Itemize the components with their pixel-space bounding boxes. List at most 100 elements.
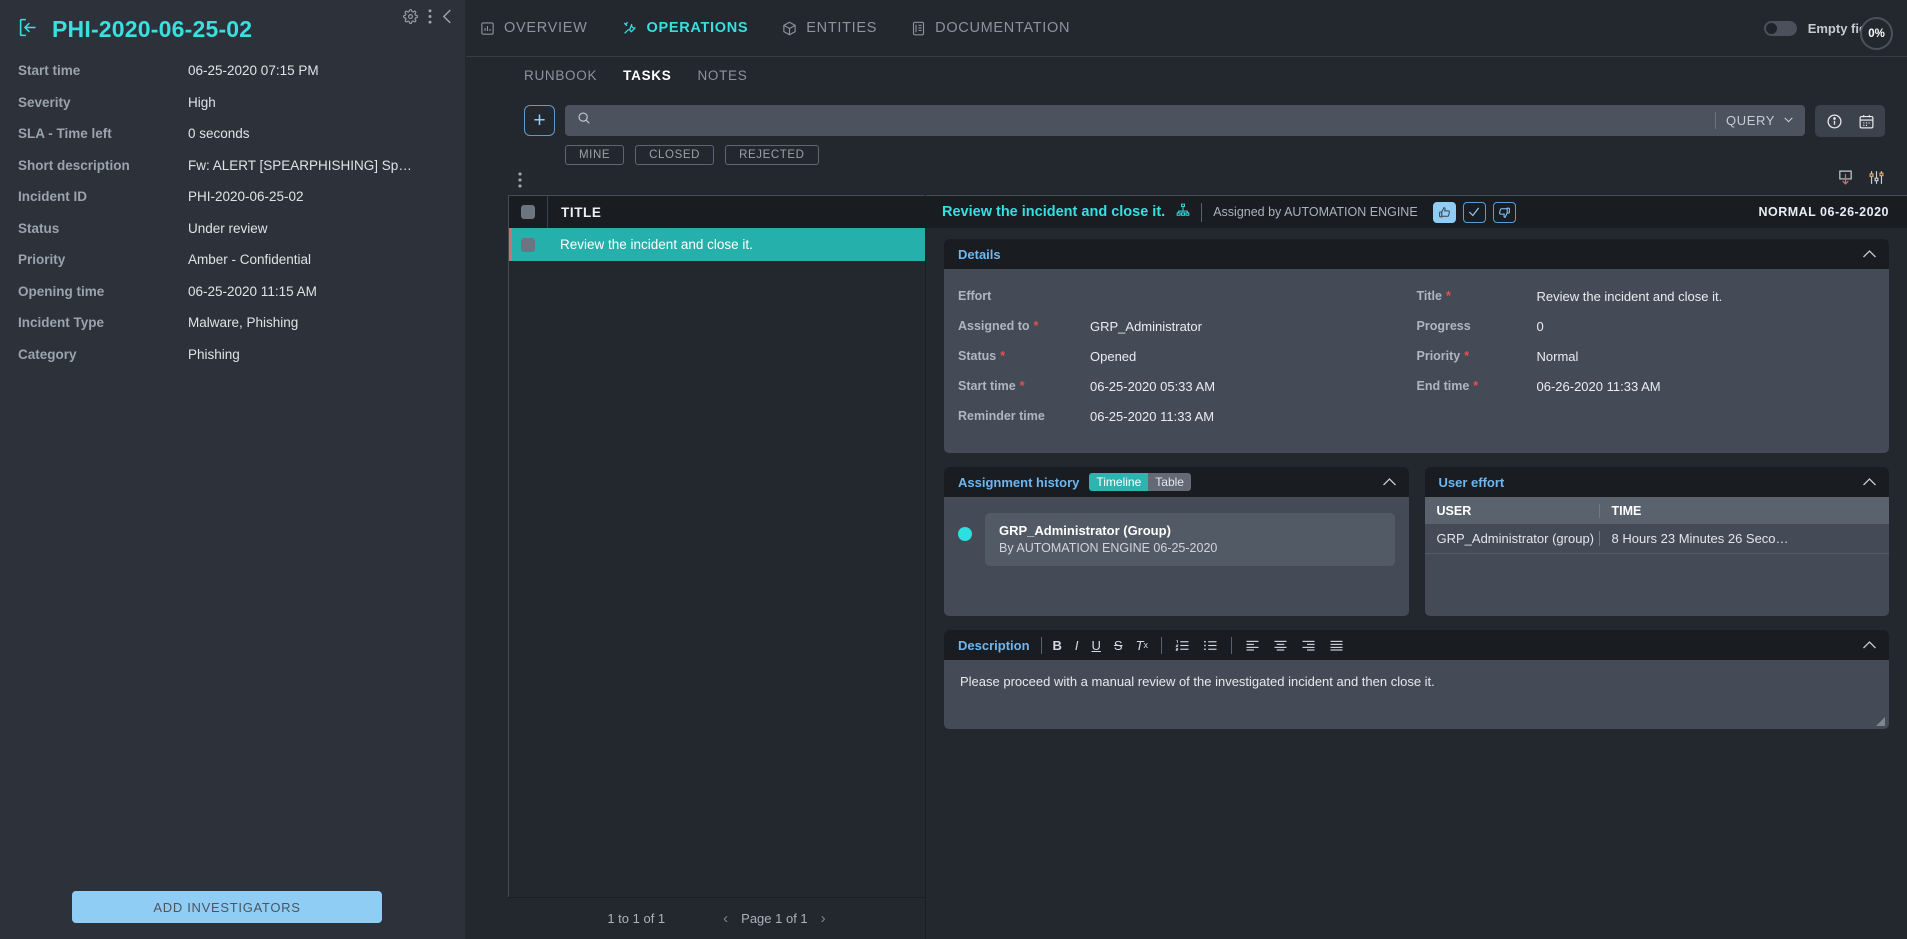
query-dropdown[interactable]: QUERY (1726, 113, 1795, 129)
task-list-footer: 1 to 1 of 1 ‹ Page 1 of 1 › (508, 897, 925, 939)
list-item[interactable]: GRP_Administrator (Group) By AUTOMATION … (985, 513, 1395, 566)
incident-field: SLA - Time left 0 seconds (18, 126, 447, 158)
bullet-list-icon[interactable] (1203, 639, 1218, 652)
incident-field: Short description Fw: ALERT [SPEARPHISHI… (18, 158, 447, 190)
clear-format-icon[interactable]: Tx (1136, 638, 1148, 653)
user-effort-card: User effort USER TIME GRP_Administrator (1425, 467, 1890, 616)
field-label (1417, 401, 1537, 431)
field-label: Priority (18, 252, 188, 267)
task-detail-panel: Review the incident and close it. Assign… (926, 195, 1907, 939)
calendar-icon[interactable] (1853, 109, 1879, 133)
info-circle-icon[interactable] (1821, 109, 1847, 133)
check-icon[interactable] (1463, 202, 1486, 223)
gear-icon[interactable] (403, 9, 418, 24)
next-page-icon[interactable]: › (821, 910, 826, 927)
empty-fields-toggle[interactable] (1764, 21, 1797, 36)
resize-grip-icon[interactable] (1876, 717, 1885, 726)
tab-documentation[interactable]: DOCUMENTATION (909, 16, 1072, 40)
timeline-dot-icon (958, 527, 972, 541)
strikethrough-icon[interactable]: S (1114, 638, 1123, 653)
app-root: PHI-2020-06-25-02 Start time 06-25-2020 … (0, 0, 1907, 939)
chevron-up-icon[interactable] (1862, 248, 1877, 261)
select-all-checkbox[interactable] (521, 205, 535, 219)
list-kebab-icon[interactable] (518, 172, 522, 188)
tab-entities[interactable]: ENTITIES (780, 16, 879, 40)
incident-field: Incident ID PHI-2020-06-25-02 (18, 189, 447, 221)
align-right-icon[interactable] (1301, 639, 1316, 652)
view-table-option[interactable]: Table (1148, 473, 1191, 491)
view-mode-buttons (1815, 105, 1885, 137)
incident-field: Start time 06-25-2020 07:15 PM (18, 63, 447, 95)
kebab-icon[interactable] (428, 9, 432, 24)
bold-icon[interactable]: B (1053, 638, 1062, 653)
description-editor[interactable]: Please proceed with a manual review of t… (944, 660, 1889, 729)
chevron-up-icon[interactable] (1382, 476, 1397, 489)
field-label: Short description (18, 158, 188, 173)
incident-field-list: Start time 06-25-2020 07:15 PM Severity … (0, 63, 465, 378)
column-header-user: USER (1425, 504, 1600, 518)
search-input[interactable] (591, 113, 1715, 128)
align-center-icon[interactable] (1273, 639, 1288, 652)
document-icon (911, 21, 926, 36)
align-justify-icon[interactable] (1329, 639, 1344, 652)
thumbs-down-icon[interactable] (1493, 202, 1516, 223)
subtab-runbook[interactable]: RUNBOOK (524, 68, 597, 83)
field-value: GRP_Administrator (1078, 311, 1417, 341)
add-investigators-button[interactable]: ADD INVESTIGATORS (72, 891, 382, 923)
nav-tabs: OVERVIEW OPERATIONS (478, 16, 1072, 40)
hierarchy-icon[interactable] (1176, 203, 1190, 222)
sliders-icon[interactable] (1868, 169, 1885, 191)
column-header-title[interactable]: TITLE (547, 196, 925, 228)
divider (1715, 112, 1716, 129)
thumbs-up-icon[interactable] (1433, 202, 1456, 223)
tab-operations[interactable]: OPERATIONS (620, 16, 751, 40)
align-left-icon[interactable] (1245, 639, 1260, 652)
field-value: Fw: ALERT [SPEARPHISHING] Sp… (188, 158, 412, 173)
field-label: Progress (1417, 311, 1537, 341)
chevron-up-icon[interactable] (1862, 476, 1877, 489)
user-effort-header: User effort (1425, 467, 1890, 497)
details-card: Details Effort Title* Review the inciden… (944, 239, 1889, 453)
field-value: Review the incident and close it. (1537, 281, 1876, 311)
incident-field: Opening time 06-25-2020 11:15 AM (18, 284, 447, 316)
list-tool-right (1837, 169, 1885, 191)
card-title: Description (958, 638, 1030, 653)
chevron-up-icon[interactable] (1862, 639, 1877, 652)
field-value: High (188, 95, 216, 110)
subtab-tasks[interactable]: TASKS (623, 68, 671, 83)
task-detail-body: Details Effort Title* Review the inciden… (926, 228, 1907, 939)
user-effort-empty-space (1425, 554, 1890, 616)
history-view-switch: Timeline Table (1089, 473, 1191, 491)
chip-mine[interactable]: MINE (565, 145, 624, 165)
field-label: End time* (1417, 371, 1537, 401)
field-value: 06-25-2020 05:33 AM (1078, 371, 1417, 401)
row-checkbox[interactable] (521, 238, 535, 252)
filter-chips: MINE CLOSED REJECTED (565, 145, 1805, 165)
prev-page-icon[interactable]: ‹ (723, 910, 728, 927)
field-value: 06-25-2020 11:33 AM (1078, 401, 1417, 431)
collapse-panel-chevron-icon[interactable] (442, 8, 453, 25)
view-timeline-option[interactable]: Timeline (1089, 473, 1148, 491)
search-field[interactable]: QUERY (565, 105, 1805, 136)
description-card: Description B I U S Tx (944, 630, 1889, 729)
chip-closed[interactable]: CLOSED (635, 145, 714, 165)
top-navigation: OVERVIEW OPERATIONS (466, 0, 1907, 57)
ordered-list-icon[interactable] (1175, 639, 1190, 652)
table-row[interactable]: Review the incident and close it. (509, 228, 925, 261)
field-value: 06-26-2020 11:33 AM (1537, 371, 1876, 401)
details-grid: Effort Title* Review the incident and cl… (944, 269, 1889, 453)
chip-rejected[interactable]: REJECTED (725, 145, 819, 165)
field-value: PHI-2020-06-25-02 (188, 189, 304, 204)
export-down-icon[interactable] (1837, 169, 1854, 191)
incident-field: Priority Amber - Confidential (18, 252, 447, 284)
subtab-notes[interactable]: NOTES (697, 68, 747, 83)
italic-icon[interactable]: I (1075, 638, 1079, 653)
tab-label: DOCUMENTATION (935, 20, 1070, 36)
tab-overview[interactable]: OVERVIEW (478, 16, 590, 40)
format-toolbar: B I U S Tx (1053, 637, 1345, 654)
cube-icon (782, 21, 797, 36)
row-select-cell (509, 238, 547, 252)
underline-icon[interactable]: U (1092, 638, 1101, 653)
add-task-button[interactable]: + (524, 105, 555, 136)
assigned-by-label: Assigned by AUTOMATION ENGINE (1213, 205, 1417, 219)
